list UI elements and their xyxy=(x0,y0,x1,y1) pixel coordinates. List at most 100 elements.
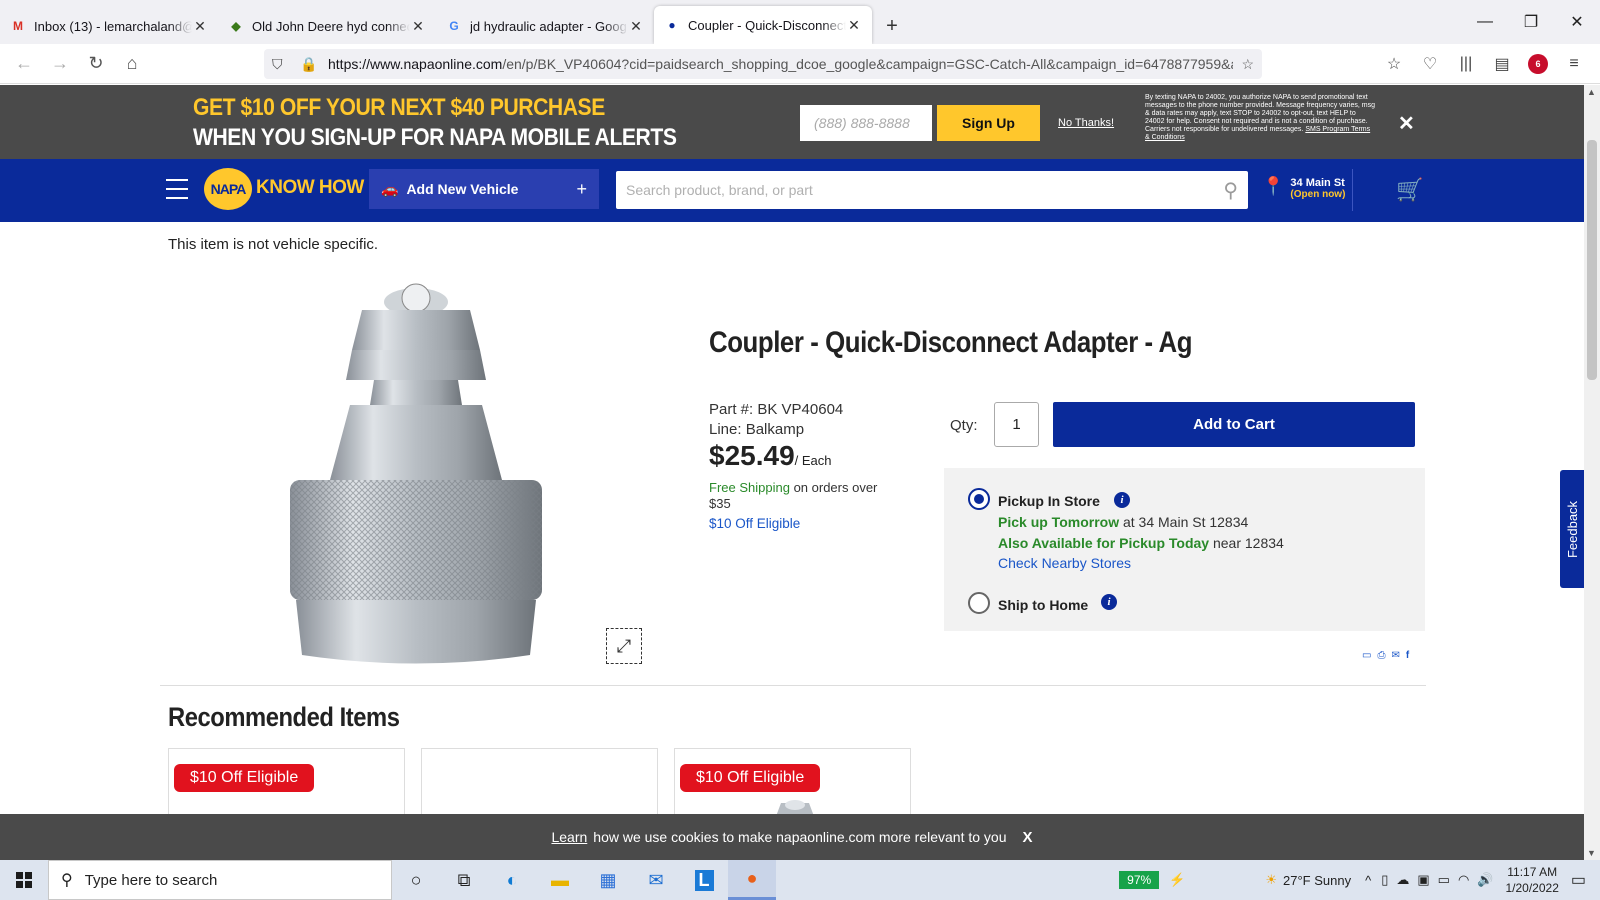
forward-icon[interactable]: → xyxy=(42,48,78,80)
search-icon[interactable]: ⚲ xyxy=(1223,178,1238,203)
recommended-card[interactable] xyxy=(421,748,658,818)
hamburger-menu-icon[interactable] xyxy=(166,179,188,206)
tray-chevron-icon[interactable]: ^ xyxy=(1365,873,1371,888)
close-tab-icon[interactable]: ✕ xyxy=(628,18,644,35)
tab-john-deere[interactable]: ◆ Old John Deere hyd connectors ✕ xyxy=(218,8,436,44)
pickup-info-icon[interactable]: i xyxy=(1114,492,1130,508)
cortana-icon[interactable]: ○ xyxy=(392,860,440,900)
new-tab-button[interactable]: + xyxy=(872,8,912,44)
know-how-tagline: KNOW HOW xyxy=(256,177,364,198)
check-nearby-stores-link[interactable]: Check Nearby Stores xyxy=(998,555,1131,571)
weather-icon[interactable]: ☀ xyxy=(1265,872,1277,888)
qty-input[interactable]: 1 xyxy=(994,402,1039,447)
sidebar-icon[interactable]: ▤ xyxy=(1484,48,1520,80)
scroll-down-icon[interactable]: ▼ xyxy=(1587,848,1596,858)
no-thanks-link[interactable]: No Thanks! xyxy=(1058,117,1114,129)
start-button[interactable] xyxy=(0,860,48,900)
discount-eligible-link[interactable]: $10 Off Eligible xyxy=(709,516,800,531)
page-scrollbar[interactable]: ▲ ▼ xyxy=(1584,85,1600,860)
print-icon[interactable]: ⎙ xyxy=(1377,650,1385,661)
close-tab-icon[interactable]: ✕ xyxy=(846,17,862,34)
app-l-icon[interactable]: L xyxy=(680,860,728,900)
wifi-icon[interactable]: ◠ xyxy=(1458,872,1469,888)
add-vehicle-button[interactable]: 🚗 Add New Vehicle + xyxy=(369,169,599,209)
battery-indicator[interactable]: 97% xyxy=(1119,871,1160,889)
tray-app-icon[interactable]: ▯ xyxy=(1381,872,1388,888)
facebook-icon[interactable]: f xyxy=(1406,650,1409,661)
search-input[interactable]: Search product, brand, or part ⚲ xyxy=(616,171,1248,209)
task-view-icon[interactable]: ⧉ xyxy=(440,860,488,900)
shield-icon[interactable]: ⛉ xyxy=(272,56,292,73)
plus-icon: + xyxy=(576,178,587,199)
tab-gmail[interactable]: M Inbox (13) - lemarchaland@gmail.com ✕ xyxy=(0,8,218,44)
ship-to-home-label[interactable]: Ship to Home xyxy=(998,597,1088,613)
pickup-label[interactable]: Pickup In Store xyxy=(998,493,1100,509)
promo-subheadline: WHEN YOU SIGN-UP FOR NAPA MOBILE ALERTS xyxy=(193,124,677,151)
library-icon[interactable]: ||| xyxy=(1448,48,1484,80)
collections-icon[interactable]: ☆ xyxy=(1376,48,1412,80)
comment-icon[interactable]: ▭ xyxy=(1362,650,1371,661)
cookie-text: how we use cookies to make napaonline.co… xyxy=(593,829,1007,845)
restore-icon[interactable]: ❐ xyxy=(1508,0,1554,44)
pickup-radio[interactable] xyxy=(968,488,990,510)
cart-icon[interactable]: 🛒 xyxy=(1396,177,1423,203)
edge-icon[interactable]: ◐ xyxy=(488,860,536,900)
ship-info-icon[interactable]: i xyxy=(1101,594,1117,610)
firefox-icon[interactable]: ● xyxy=(728,860,776,900)
close-tab-icon[interactable]: ✕ xyxy=(192,18,208,35)
volume-icon[interactable]: 🔊 xyxy=(1477,872,1493,888)
add-to-cart-button[interactable]: Add to Cart xyxy=(1053,402,1415,447)
tab-title: Old John Deere hyd connectors xyxy=(252,18,410,34)
product-image[interactable] xyxy=(290,280,542,680)
napa-logo[interactable]: NAPA xyxy=(204,168,252,210)
home-icon[interactable]: ⌂ xyxy=(114,48,150,80)
tab-google[interactable]: G jd hydraulic adapter - Google Search ✕ xyxy=(436,8,654,44)
menu-icon[interactable]: ≡ xyxy=(1556,48,1592,80)
store-icon[interactable]: ▦ xyxy=(584,860,632,900)
expand-image-icon[interactable]: ⤢ xyxy=(606,628,642,664)
email-icon[interactable]: ✉ xyxy=(1391,650,1399,661)
power-icon[interactable]: ⚡ xyxy=(1169,872,1185,888)
feedback-tab[interactable]: Feedback xyxy=(1560,470,1586,588)
close-promo-icon[interactable]: ✕ xyxy=(1398,111,1415,136)
taskbar-clock[interactable]: 11:17 AM 1/20/2022 xyxy=(1505,864,1558,896)
weather-text[interactable]: 27°F Sunny xyxy=(1283,873,1351,888)
display-icon[interactable]: ▣ xyxy=(1417,872,1429,888)
product-price: $25.49/ Each xyxy=(709,440,832,472)
onedrive-icon[interactable]: ☁ xyxy=(1396,872,1409,888)
store-locator[interactable]: 📍 34 Main St (Open now) xyxy=(1262,177,1345,200)
recommended-card[interactable]: $10 Off Eligible xyxy=(674,748,911,819)
lock-icon[interactable]: 🔒 xyxy=(300,56,320,73)
car-icon: 🚗 xyxy=(381,180,399,197)
clock-time: 11:17 AM xyxy=(1507,865,1558,879)
close-window-icon[interactable]: ✕ xyxy=(1554,0,1600,44)
url-bar[interactable]: ⛉ 🔒 https://www.napaonline.com/en/p/BK_V… xyxy=(264,49,1262,79)
notifications-icon[interactable]: ▭ xyxy=(1571,870,1586,890)
minimize-icon[interactable]: — xyxy=(1462,0,1508,44)
scrollbar-thumb[interactable] xyxy=(1587,140,1597,380)
reload-icon[interactable]: ↻ xyxy=(78,48,114,80)
bookmark-star-icon[interactable]: ☆ xyxy=(1241,56,1254,73)
mail-icon[interactable]: ✉ xyxy=(632,860,680,900)
tab-title: Coupler - Quick-Disconnect Adapter xyxy=(688,17,846,33)
scroll-up-icon[interactable]: ▲ xyxy=(1587,87,1596,97)
adblock-icon[interactable]: 6 xyxy=(1528,54,1548,74)
pocket-icon[interactable]: ♡ xyxy=(1412,48,1448,80)
taskbar-search[interactable]: ⚲ Type here to search xyxy=(48,860,392,900)
system-tray: 97% ⚡ ☀ 27°F Sunny ^ ▯ ☁ ▣ ▭ ◠ 🔊 11:17 A… xyxy=(1119,860,1600,900)
url-text[interactable]: https://www.napaonline.com/en/p/BK_VP406… xyxy=(328,56,1233,72)
discount-badge: $10 Off Eligible xyxy=(174,764,315,792)
file-explorer-icon[interactable]: ▬ xyxy=(536,860,584,900)
recommended-card[interactable]: $10 Off Eligible xyxy=(168,748,405,818)
close-tab-icon[interactable]: ✕ xyxy=(410,18,426,35)
cookie-learn-link[interactable]: Learn xyxy=(551,829,587,845)
back-icon[interactable]: ← xyxy=(6,48,42,80)
battery-icon[interactable]: ▭ xyxy=(1438,872,1450,888)
tab-napa[interactable]: ● Coupler - Quick-Disconnect Adapter ✕ xyxy=(654,6,872,44)
discount-badge: $10 Off Eligible xyxy=(680,764,821,792)
signup-button[interactable]: Sign Up xyxy=(937,105,1040,141)
phone-input[interactable]: (888) 888-8888 xyxy=(800,105,932,141)
cookie-close-button[interactable]: X xyxy=(1023,829,1033,846)
tab-title: jd hydraulic adapter - Google Search xyxy=(470,18,628,34)
ship-to-home-radio[interactable] xyxy=(968,592,990,614)
